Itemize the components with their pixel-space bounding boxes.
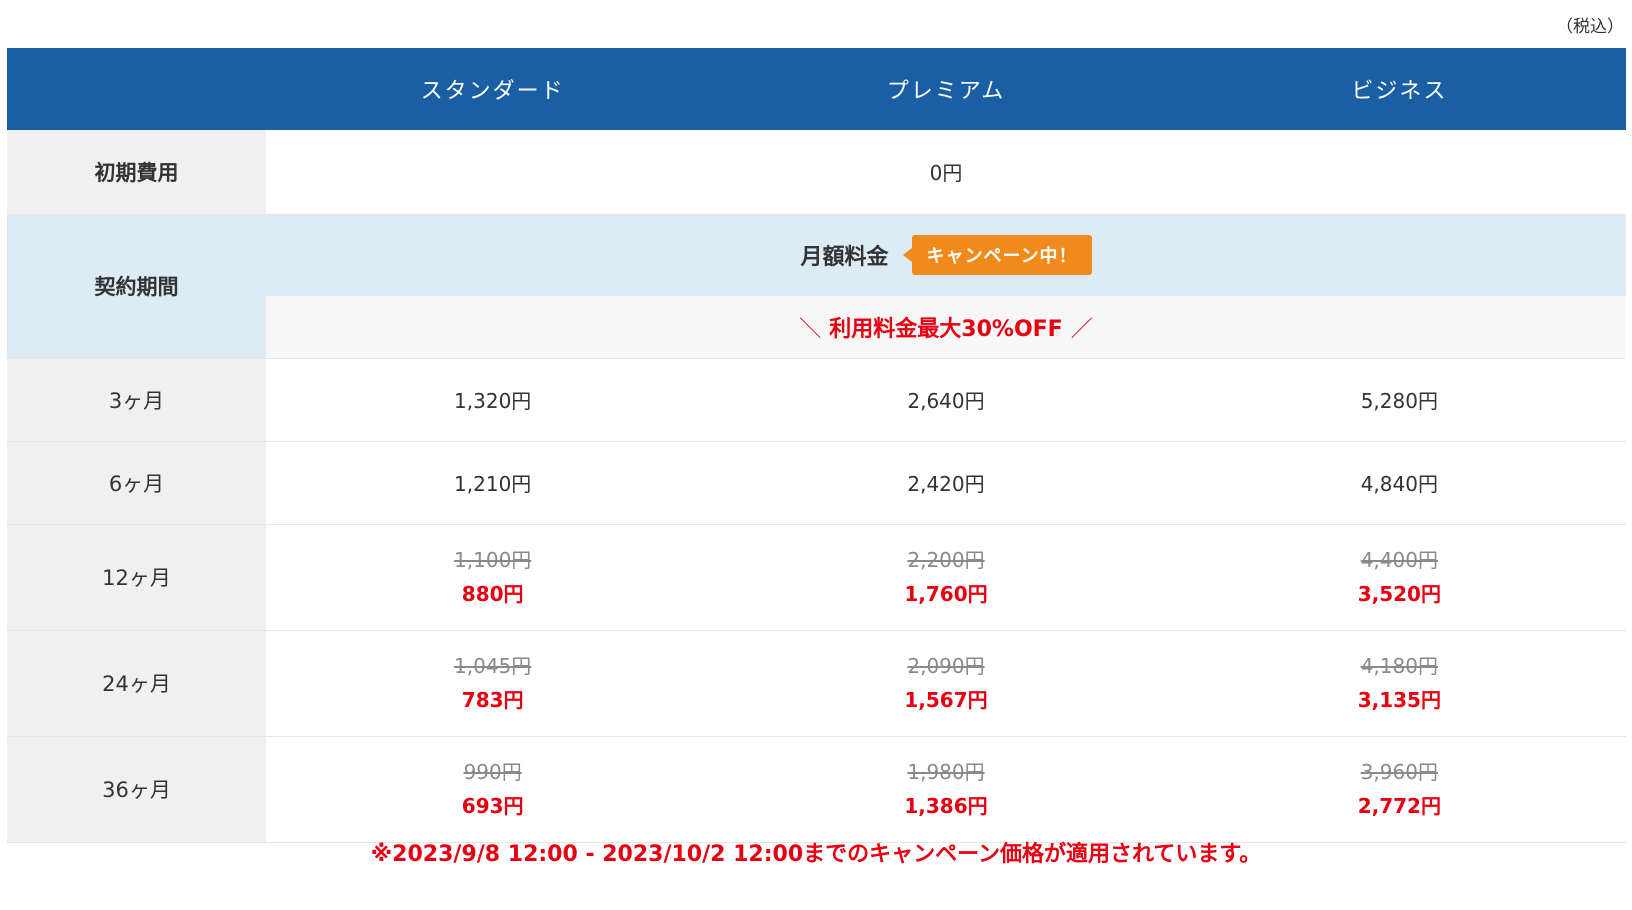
offer-slash-left: ＼ [799, 316, 822, 342]
price-cell: 1,100円 880円 [266, 524, 719, 630]
period-label: 36ヶ月 [7, 736, 266, 842]
price-cell: 3,960円 2,772円 [1173, 736, 1626, 842]
offer-slash-right: ／ [1070, 316, 1093, 342]
original-price: 1,100円 [454, 548, 532, 572]
campaign-badge: キャンペーン中！ [912, 234, 1092, 275]
pricing-table: スタンダード プレミアム ビジネス 初期費用 0円 契約期間 月額料金 キャンペ… [7, 48, 1626, 843]
period-label: 24ヶ月 [7, 630, 266, 736]
price-cell: 2,200円 1,760円 [719, 524, 1172, 630]
plan-header-row: スタンダード プレミアム ビジネス [7, 48, 1626, 130]
original-price: 990円 [463, 760, 522, 784]
offer-text: 利用料金最大30%OFF [829, 316, 1063, 342]
period-label: 6ヶ月 [7, 441, 266, 524]
table-row: 24ヶ月 1,045円 783円 2,090円 1,567円 4,180円 3,135… [7, 630, 1626, 736]
price-cell: 5,280円 [1360, 389, 1438, 413]
tax-included-note: （税込） [1556, 17, 1624, 37]
discounted-price: 693円 [461, 794, 524, 818]
monthly-fee-label: 月額料金 [800, 244, 889, 270]
price-cell: 1,210円 [454, 472, 532, 496]
price-cell: 2,640円 [907, 389, 985, 413]
price-cell: 2,420円 [907, 472, 985, 496]
original-price: 1,045円 [454, 654, 532, 678]
discounted-price: 1,386円 [904, 794, 988, 818]
initial-fee-row: 初期費用 0円 [7, 130, 1626, 214]
original-price: 2,200円 [907, 548, 985, 572]
offer-cell: ＼ 利用料金最大30%OFF ／ [266, 295, 1626, 358]
discounted-price: 1,760円 [904, 582, 988, 606]
original-price: 3,960円 [1360, 760, 1438, 784]
table-row: 36ヶ月 990円 693円 1,980円 1,386円 3,960円 2,772円 [7, 736, 1626, 842]
initial-fee-label: 初期費用 [7, 130, 266, 214]
price-cell: 4,180円 3,135円 [1173, 630, 1626, 736]
price-cell: 1,045円 783円 [266, 630, 719, 736]
discounted-price: 880円 [461, 582, 524, 606]
initial-fee-value: 0円 [929, 161, 963, 186]
contract-period-label: 契約期間 [7, 214, 266, 358]
discounted-price: 783円 [461, 688, 524, 712]
campaign-footnote: ※2023/9/8 12:00 - 2023/10/2 12:00までのキャンペ… [370, 842, 1262, 867]
period-label: 12ヶ月 [7, 524, 266, 630]
original-price: 4,180円 [1360, 654, 1438, 678]
discounted-price: 1,567円 [904, 688, 988, 712]
monthly-fee-row: 契約期間 月額料金 キャンペーン中！ [7, 214, 1626, 358]
original-price: 1,980円 [907, 760, 985, 784]
monthly-fee-cell: 月額料金 キャンペーン中！ [266, 214, 1626, 295]
table-row: 3ヶ月 1,320円 2,640円 5,280円 [7, 358, 1626, 441]
price-cell: 1,320円 [454, 389, 532, 413]
period-label: 3ヶ月 [7, 358, 266, 441]
original-price: 2,090円 [907, 654, 985, 678]
discounted-price: 3,135円 [1357, 688, 1441, 712]
plan-header-standard: スタンダード [266, 48, 720, 130]
price-cell: 4,400円 3,520円 [1173, 524, 1626, 630]
plan-header-business: ビジネス [1172, 48, 1626, 130]
discounted-price: 2,772円 [1357, 794, 1441, 818]
price-cell: 1,980円 1,386円 [719, 736, 1172, 842]
table-row: 6ヶ月 1,210円 2,420円 4,840円 [7, 441, 1626, 524]
table-row: 12ヶ月 1,100円 880円 2,200円 1,760円 4,400円 3,520… [7, 524, 1626, 630]
price-cell: 990円 693円 [266, 736, 719, 842]
price-cell: 2,090円 1,567円 [719, 630, 1172, 736]
header-empty-cell [7, 48, 266, 130]
plan-header-premium: プレミアム [719, 48, 1173, 130]
price-cell: 4,840円 [1360, 472, 1438, 496]
original-price: 4,400円 [1360, 548, 1438, 572]
discounted-price: 3,520円 [1357, 582, 1441, 606]
